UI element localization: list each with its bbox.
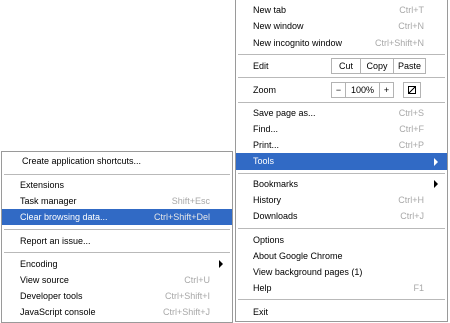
menu-separator bbox=[4, 252, 230, 253]
downloads-label: Downloads bbox=[253, 211, 298, 221]
save-page-label: Save page as... bbox=[253, 108, 316, 118]
developer-tools-label: Developer tools bbox=[20, 291, 83, 301]
chrome-main-menu: New tab Ctrl+T New window Ctrl+N New inc… bbox=[235, 0, 448, 322]
report-issue-label: Report an issue... bbox=[20, 236, 91, 246]
find-label: Find... bbox=[253, 124, 279, 134]
zoom-out-button[interactable]: − bbox=[331, 82, 346, 98]
menu-item-options[interactable]: Options bbox=[236, 233, 447, 247]
help-shortcut: F1 bbox=[413, 283, 424, 293]
extensions-label: Extensions bbox=[20, 180, 65, 190]
exit-label: Exit bbox=[253, 307, 269, 317]
menu-item-history[interactable]: History Ctrl+H bbox=[236, 193, 447, 207]
new-incognito-shortcut: Ctrl+Shift+N bbox=[374, 38, 424, 48]
menu-item-report-issue[interactable]: Report an issue... bbox=[2, 234, 232, 248]
menu-separator bbox=[238, 228, 445, 229]
bookmarks-label: Bookmarks bbox=[253, 179, 299, 189]
menu-item-about[interactable]: About Google Chrome bbox=[236, 249, 447, 263]
menu-item-new-tab[interactable]: New tab Ctrl+T bbox=[236, 3, 447, 17]
downloads-shortcut: Ctrl+J bbox=[400, 211, 424, 221]
submenu-arrow-icon bbox=[434, 158, 438, 166]
history-label: History bbox=[253, 195, 282, 205]
zoom-label: Zoom bbox=[253, 85, 277, 95]
tools-submenu: Create application shortcuts... Extensio… bbox=[1, 151, 233, 323]
view-source-label: View source bbox=[20, 275, 69, 285]
task-manager-shortcut: Shift+Esc bbox=[171, 196, 210, 206]
new-window-shortcut: Ctrl+N bbox=[398, 21, 424, 31]
history-shortcut: Ctrl+H bbox=[398, 195, 424, 205]
menu-item-create-application-shortcuts[interactable]: Create application shortcuts... bbox=[2, 154, 232, 168]
menu-item-exit[interactable]: Exit bbox=[236, 305, 447, 319]
save-page-shortcut: Ctrl+S bbox=[398, 108, 424, 118]
encoding-label: Encoding bbox=[20, 259, 58, 269]
copy-button[interactable]: Copy bbox=[361, 58, 394, 74]
tools-label: Tools bbox=[253, 156, 275, 166]
menu-item-edit: Edit Cut Copy Paste bbox=[236, 58, 447, 74]
menu-item-background-pages[interactable]: View background pages (1) bbox=[236, 265, 447, 279]
options-label: Options bbox=[253, 235, 285, 245]
edit-label: Edit bbox=[253, 61, 269, 71]
about-label: About Google Chrome bbox=[253, 251, 343, 261]
menu-item-javascript-console[interactable]: JavaScript console Ctrl+Shift+J bbox=[2, 305, 232, 319]
menu-separator bbox=[238, 102, 445, 103]
create-shortcuts-label: Create application shortcuts... bbox=[22, 156, 142, 166]
fullscreen-button[interactable] bbox=[403, 82, 421, 98]
print-label: Print... bbox=[253, 140, 280, 150]
submenu-arrow-icon bbox=[434, 180, 438, 188]
zoom-level: 100% bbox=[346, 82, 379, 98]
view-source-shortcut: Ctrl+U bbox=[184, 275, 210, 285]
find-shortcut: Ctrl+F bbox=[399, 124, 424, 134]
new-tab-label: New tab bbox=[253, 5, 287, 15]
developer-tools-shortcut: Ctrl+Shift+I bbox=[164, 291, 210, 301]
menu-item-developer-tools[interactable]: Developer tools Ctrl+Shift+I bbox=[2, 289, 232, 303]
menu-separator bbox=[238, 54, 445, 55]
new-window-label: New window bbox=[253, 21, 304, 31]
menu-separator bbox=[238, 173, 445, 174]
javascript-console-shortcut: Ctrl+Shift+J bbox=[162, 307, 210, 317]
task-manager-label: Task manager bbox=[20, 196, 77, 206]
menu-item-view-source[interactable]: View source Ctrl+U bbox=[2, 273, 232, 287]
menu-item-print[interactable]: Print... Ctrl+P bbox=[236, 138, 447, 152]
menu-separator bbox=[238, 77, 445, 78]
background-pages-label: View background pages (1) bbox=[253, 267, 363, 277]
menu-item-save-page[interactable]: Save page as... Ctrl+S bbox=[236, 106, 447, 120]
print-shortcut: Ctrl+P bbox=[398, 140, 424, 150]
menu-separator bbox=[4, 229, 230, 230]
menu-item-new-window[interactable]: New window Ctrl+N bbox=[236, 19, 447, 33]
menu-separator bbox=[4, 174, 230, 175]
paste-button[interactable]: Paste bbox=[394, 58, 426, 74]
clear-browsing-shortcut: Ctrl+Shift+Del bbox=[153, 212, 210, 222]
fullscreen-icon bbox=[408, 86, 416, 94]
menu-item-help[interactable]: Help F1 bbox=[236, 281, 447, 295]
menu-item-encoding[interactable]: Encoding bbox=[2, 257, 232, 271]
submenu-arrow-icon bbox=[219, 260, 223, 268]
menu-item-task-manager[interactable]: Task manager Shift+Esc bbox=[2, 194, 232, 208]
menu-item-bookmarks[interactable]: Bookmarks bbox=[236, 177, 447, 191]
menu-item-extensions[interactable]: Extensions bbox=[2, 178, 232, 192]
javascript-console-label: JavaScript console bbox=[20, 307, 96, 317]
clear-browsing-label: Clear browsing data... bbox=[20, 212, 108, 222]
zoom-in-button[interactable]: + bbox=[379, 82, 394, 98]
new-incognito-label: New incognito window bbox=[253, 38, 343, 48]
menu-item-find[interactable]: Find... Ctrl+F bbox=[236, 122, 447, 136]
menu-item-tools[interactable]: Tools bbox=[236, 153, 447, 170]
menu-item-zoom: Zoom − 100% + bbox=[236, 82, 447, 98]
new-tab-shortcut: Ctrl+T bbox=[399, 5, 424, 15]
cut-button[interactable]: Cut bbox=[331, 58, 361, 74]
menu-item-clear-browsing-data[interactable]: Clear browsing data... Ctrl+Shift+Del bbox=[2, 209, 232, 225]
help-label: Help bbox=[253, 283, 272, 293]
menu-item-new-incognito-window[interactable]: New incognito window Ctrl+Shift+N bbox=[236, 36, 447, 50]
menu-separator bbox=[238, 299, 445, 300]
menu-item-downloads[interactable]: Downloads Ctrl+J bbox=[236, 209, 447, 223]
